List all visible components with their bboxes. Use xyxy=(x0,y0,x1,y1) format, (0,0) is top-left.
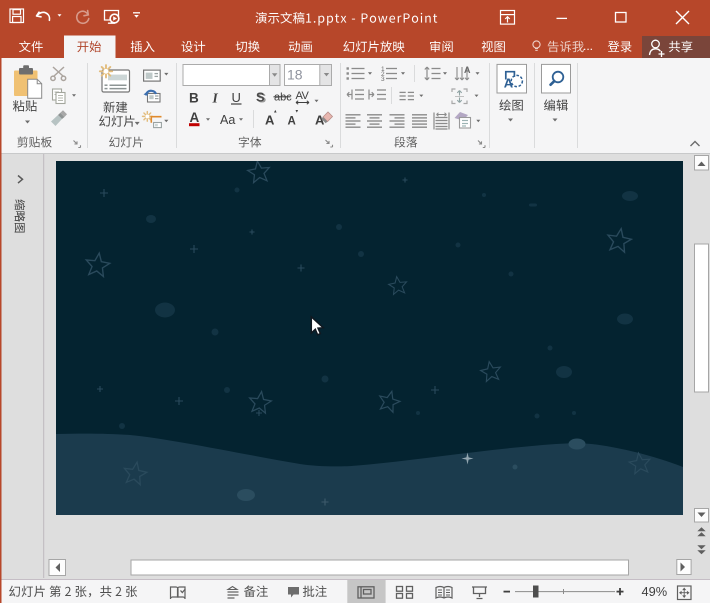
svg-text:I: I xyxy=(212,91,219,106)
svg-text:3: 3 xyxy=(381,76,385,83)
svg-text:49%: 49% xyxy=(642,584,668,599)
svg-text:U: U xyxy=(232,90,241,105)
svg-text:B: B xyxy=(189,91,199,106)
svg-text:A: A xyxy=(504,75,514,90)
svg-text:A: A xyxy=(190,110,200,125)
svg-text:Aa: Aa xyxy=(220,113,235,127)
svg-text:AV: AV xyxy=(296,90,310,102)
svg-text:A: A xyxy=(288,116,296,128)
svg-text:18: 18 xyxy=(287,66,303,82)
svg-text:A: A xyxy=(464,65,471,75)
svg-text:abc: abc xyxy=(274,92,292,104)
svg-text:...: ... xyxy=(583,39,593,53)
svg-text:S: S xyxy=(256,90,265,105)
svg-text:A: A xyxy=(265,113,275,128)
